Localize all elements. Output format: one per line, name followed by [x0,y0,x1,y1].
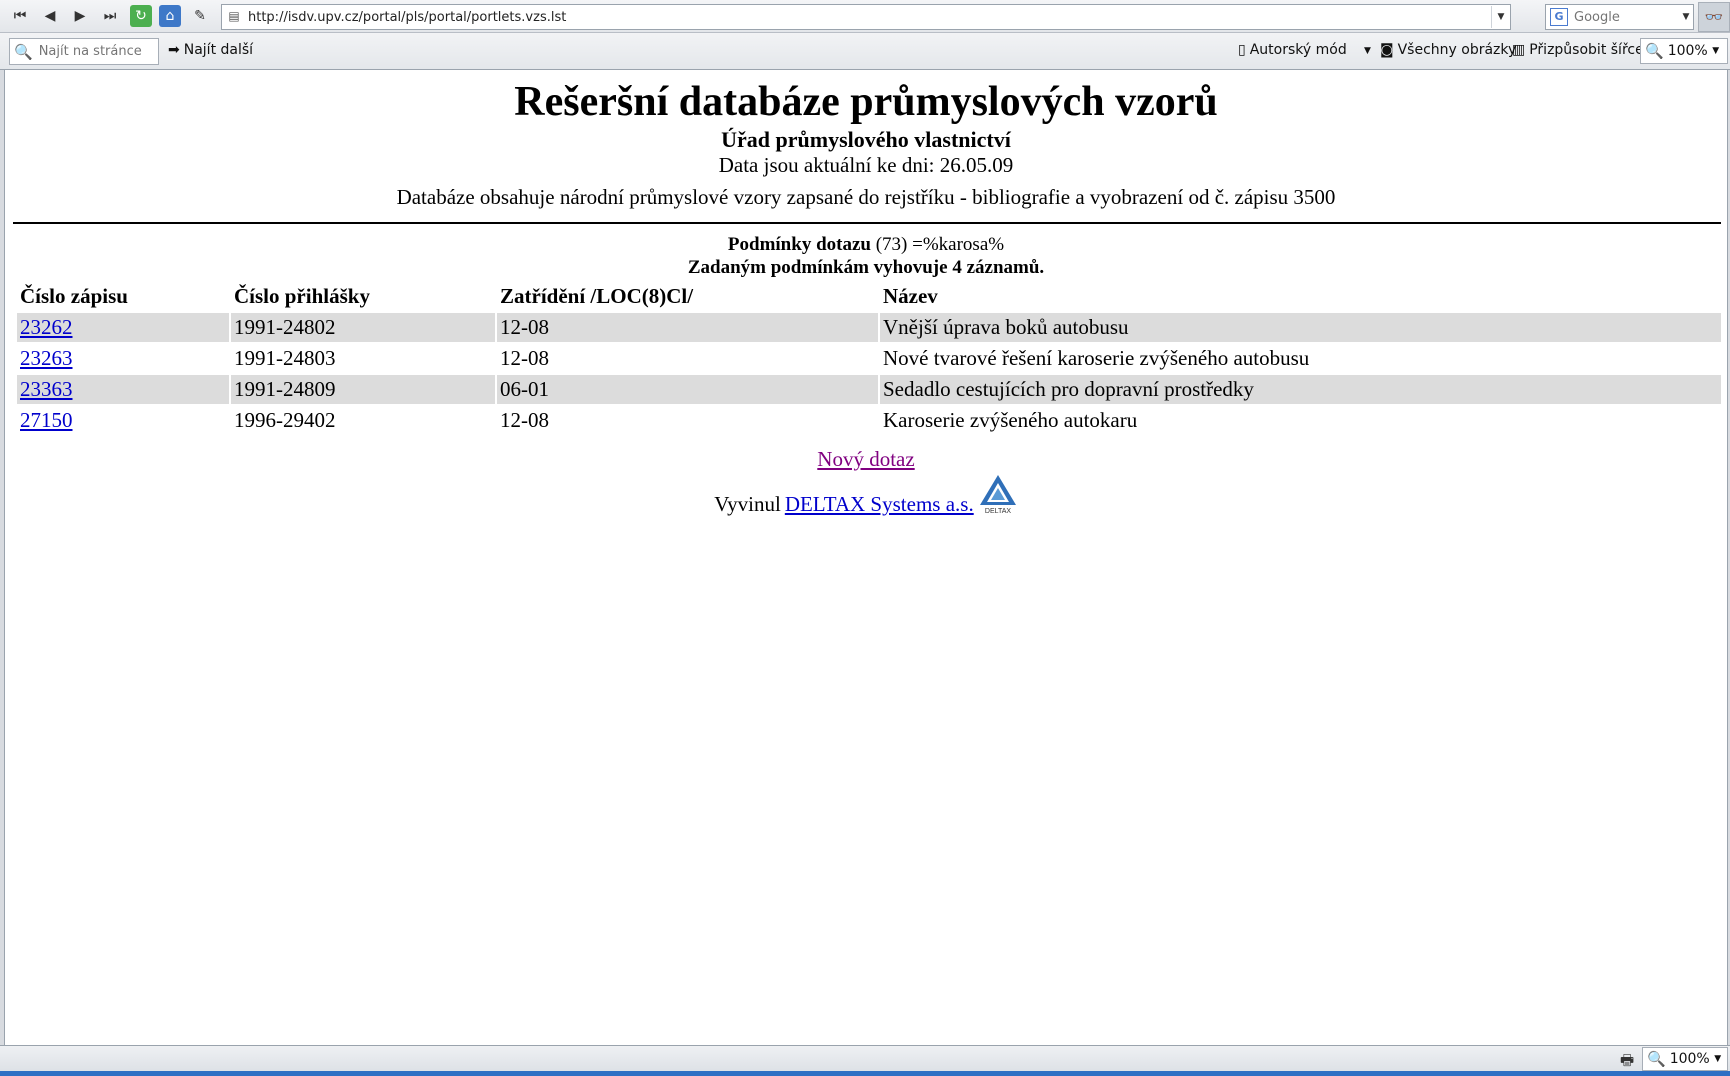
name-cell: Karoserie zvýšeného autokaru [883,408,1138,432]
header-application-number: Číslo přihlášky [234,284,370,308]
date-line: Data jsou aktuální ke dni: 26.05.09 [718,153,1014,177]
classification-cell: 12-08 [497,313,878,342]
find-input[interactable] [36,43,151,60]
application-number-cell: 1991-24803 [234,346,336,370]
glasses-icon[interactable]: 👓 [1698,2,1730,32]
url-text[interactable]: http://isdv.upv.cz/portal/pls/portal/por… [248,10,1491,25]
find-next-button[interactable]: ➡ Najít další [168,42,253,58]
registration-number-cell: 23262 [17,313,229,342]
all-images-button[interactable]: ◙ Všechny obrázky [1380,42,1516,58]
arrow-right-icon: ➡ [168,42,180,58]
deltax-logo[interactable]: DELTAX [978,473,1018,517]
page-subtitle: Úřad průmyslového vlastnictví [721,127,1011,152]
zoom-dropdown-icon[interactable]: ▼ [1708,46,1724,56]
author-mode-dropdown-icon[interactable]: ▼ [1364,46,1371,56]
forward-button[interactable]: ▶ [68,4,92,28]
table-row: 23363 1991-24809 06-01 Sedadlo cestující… [17,375,1721,404]
search-icon: 🔍 [14,42,33,61]
registration-number-cell: 23363 [17,375,229,404]
fit-width-button[interactable]: ▥ Přizpůsobit šířce [1512,42,1644,58]
pen-icon[interactable]: ✎ [188,4,212,28]
status-zoom-control[interactable]: 🔍 100% ▼ [1642,1047,1728,1071]
divider [13,222,1721,224]
registration-number-cell: 27150 [17,406,229,435]
page-icon: ▤ [228,9,240,23]
back-button[interactable]: ◀ [38,4,62,28]
zoom-level: 100% [1667,43,1708,59]
search-input[interactable] [1572,8,1679,26]
developer-link[interactable]: DELTAX Systems a.s. [785,492,974,517]
page-viewport: Rešeršní databáze průmyslových vzorů Úřa… [4,70,1728,1045]
fast-forward-icon[interactable]: ⏭ [98,4,122,28]
author-mode-button[interactable]: ▯ Autorský mód [1238,42,1347,58]
status-bar: 🖶 🔍 100% ▼ [0,1045,1730,1072]
zoom-icon: 🔍 [1645,42,1664,60]
find-next-label: Najít další [183,42,254,58]
find-toolbar: 🔍 ➡ Najít další ▯ Autorský mód ▼ ◙ Všech… [0,33,1730,70]
registration-link[interactable]: 23363 [20,377,73,401]
address-bar[interactable]: ▤ http://isdv.upv.cz/portal/pls/portal/p… [221,4,1511,30]
name-cell: Sedadlo cestujících pro dopravní prostře… [880,375,1721,404]
logo-text: DELTAX [985,508,1012,515]
fit-width-label: Přizpůsobit šířce [1529,42,1644,58]
search-dropdown-icon[interactable]: ▼ [1679,12,1693,22]
page-title: Rešeršní databáze průmyslových vzorů [514,79,1218,125]
document-icon: ▯ [1238,42,1246,58]
taskbar-strip [0,1071,1730,1076]
all-images-label: Všechny obrázky [1397,42,1517,58]
table-row: 27150 1996-29402 12-08 Karoserie zvýšené… [17,406,1721,435]
first-page-icon[interactable]: ⏮ [8,4,32,28]
url-dropdown-icon[interactable]: ▼ [1491,6,1510,28]
application-number-cell: 1991-24802 [231,313,495,342]
author-mode-label: Autorský mód [1249,42,1347,58]
application-number-cell: 1991-24809 [231,375,495,404]
header-registration-number: Číslo zápisu [20,284,128,308]
google-icon[interactable]: G [1550,8,1568,26]
classification-cell: 06-01 [497,375,878,404]
status-zoom-level: 100% [1669,1051,1710,1067]
new-query: Nový dotaz [5,447,1727,472]
home-button[interactable]: ⌂ [159,5,181,27]
query-conditions: Podmínky dotazu (73) =%karosa% [5,234,1727,256]
find-box[interactable]: 🔍 [9,38,159,65]
camera-icon: ◙ [1380,42,1394,58]
zoom-icon: 🔍 [1647,1050,1666,1068]
results-table: Číslo zápisu Číslo přihlášky Zatřídění /… [15,280,1723,437]
registration-link[interactable]: 27150 [20,408,73,432]
new-query-link[interactable]: Nový dotaz [817,447,914,471]
classification-cell: 12-08 [500,346,549,370]
header-name: Název [883,284,938,308]
navigation-toolbar: ⏮ ◀ ▶ ⏭ ↻ ⌂ ✎ ▤ http://isdv.upv.cz/porta… [0,0,1730,33]
name-cell: Vnější úprava boků autobusu [880,313,1721,342]
table-row: 23263 1991-24803 12-08 Nové tvarové řeše… [17,344,1721,373]
reload-button[interactable]: ↻ [130,5,152,27]
registration-link[interactable]: 23263 [20,346,73,370]
header-classification: Zatřídění /LOC(8)Cl/ [500,284,694,308]
database-description: Databáze obsahuje národní průmyslové vzo… [396,185,1336,209]
registration-link[interactable]: 23262 [20,315,73,339]
table-header-row: Číslo zápisu Číslo přihlášky Zatřídění /… [17,282,1721,311]
name-cell: Nové tvarové řešení karoserie zvýšeného … [883,346,1310,370]
developed-by-label: Vyvinul [714,492,781,516]
search-box[interactable]: G ▼ [1545,4,1694,30]
application-number-cell: 1996-29402 [234,408,336,432]
fit-width-icon: ▥ [1512,42,1526,58]
zoom-control[interactable]: 🔍 100% ▼ [1640,38,1728,64]
zoom-dropdown-icon[interactable]: ▼ [1710,1054,1726,1064]
table-row: 23262 1991-24802 12-08 Vnější úprava bok… [17,313,1721,342]
query-label: Podmínky dotazu [727,234,871,255]
classification-cell: 12-08 [500,408,549,432]
registration-number-cell: 23263 [17,344,229,373]
result-count: Zadaným podmínkám vyhovuje 4 záznamů. [687,257,1045,278]
query-value: (73) =%karosa% [870,234,1005,255]
developer-credit: Vyvinul DELTAX Systems a.s. DELTAX [5,473,1727,517]
